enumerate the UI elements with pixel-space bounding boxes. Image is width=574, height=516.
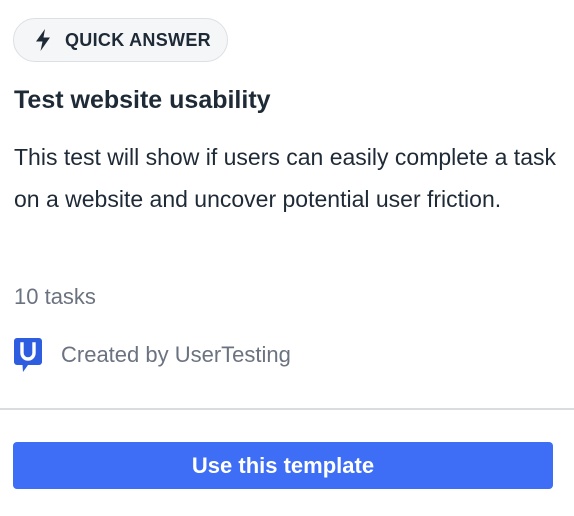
template-description: This test will show if users can easily … (14, 144, 556, 212)
template-title: Test website usability (14, 86, 271, 114)
badge-label: QUICK ANSWER (65, 29, 211, 50)
creator-info: Created by UserTesting (14, 338, 291, 372)
quick-answer-badge: QUICK ANSWER (13, 18, 228, 62)
task-count: 10 tasks (14, 284, 96, 309)
lightning-bolt-icon (34, 29, 52, 51)
creator-label: Created by UserTesting (61, 342, 291, 367)
use-template-button[interactable]: Use this template (13, 442, 553, 489)
usertesting-logo-icon (14, 338, 42, 372)
template-card: QUICK ANSWER Test website usability This… (0, 0, 574, 516)
divider (0, 408, 574, 410)
